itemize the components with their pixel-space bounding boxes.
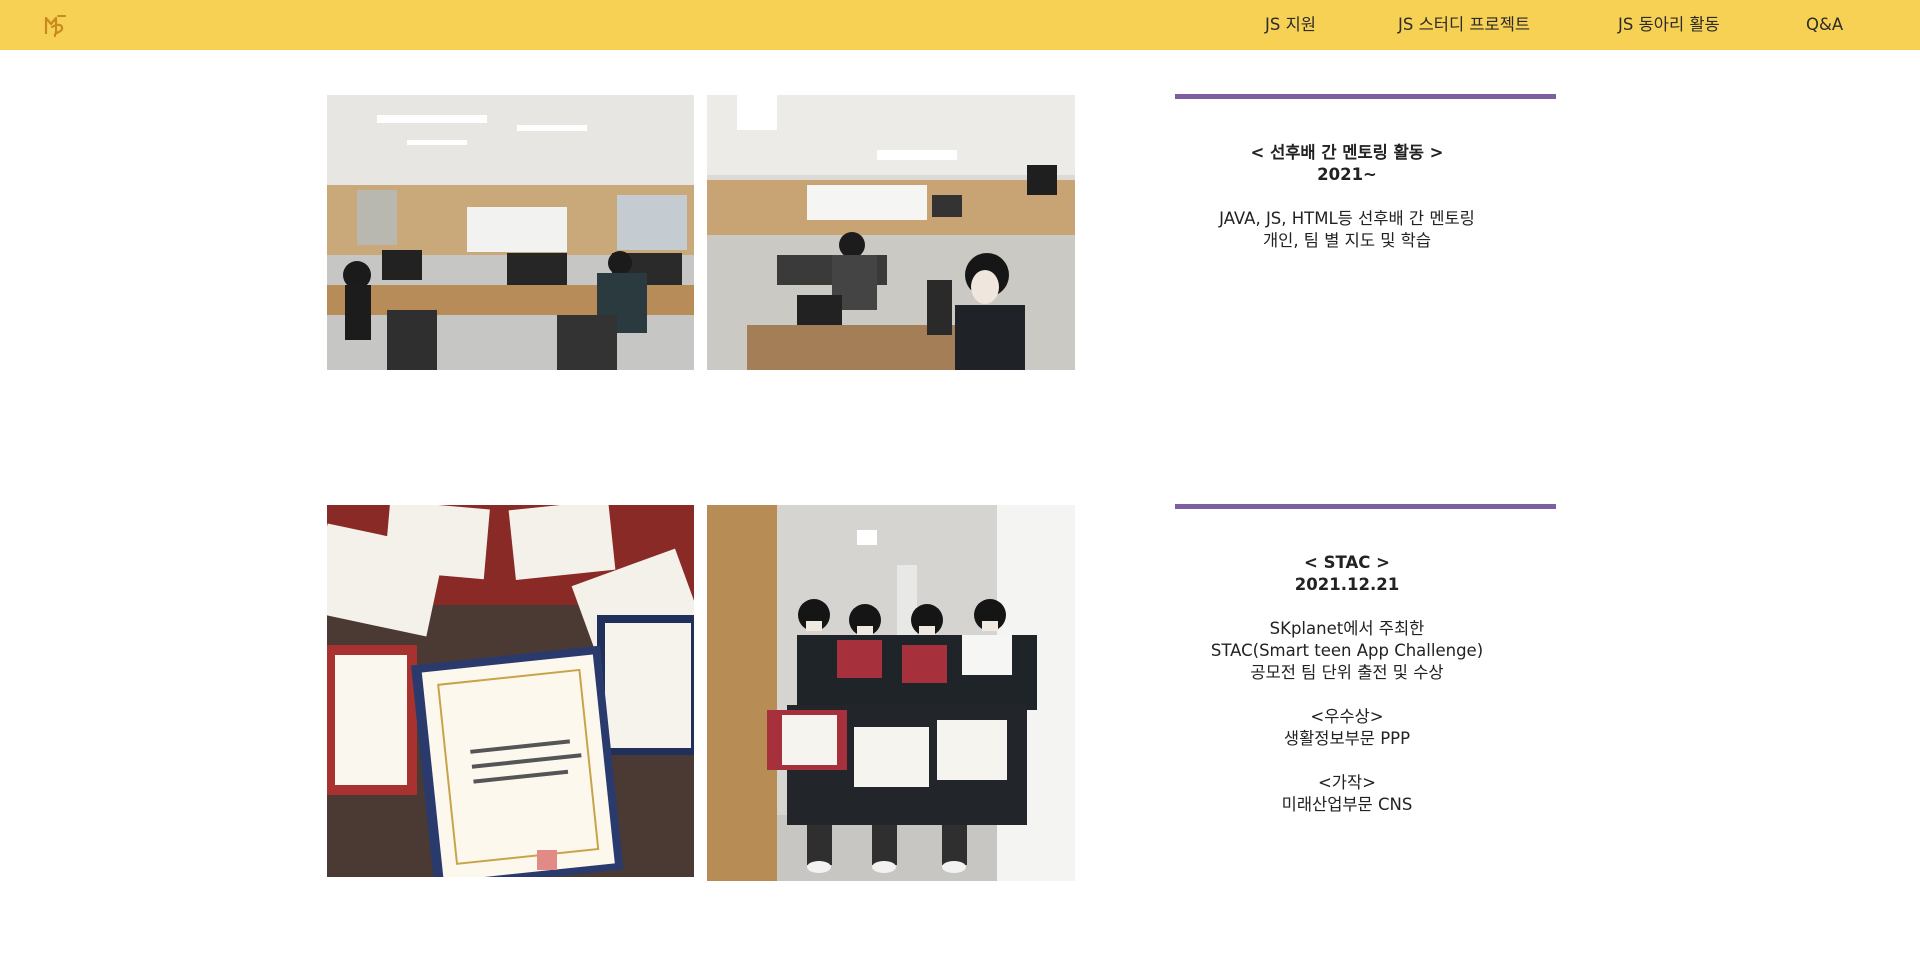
students-at-computers-photo [707,95,1075,370]
nav-js-club-activity[interactable]: JS 동아리 활동 [1618,0,1720,50]
award-heading: <우수상> [1310,707,1384,726]
top-navigation-bar: JS 지원 JS 스터디 프로젝트 JS 동아리 활동 Q&A [0,0,1920,50]
logo-icon[interactable] [40,10,70,40]
section-description: SKplanet에서 주최한 [1269,619,1425,638]
nav-js-study-project[interactable]: JS 스터디 프로젝트 [1398,0,1530,50]
nav-js-support[interactable]: JS 지원 [1265,0,1316,50]
award-heading: <가작> [1317,773,1376,792]
section-description: JAVA, JS, HTML등 선후배 간 멘토링 [1219,209,1475,228]
nav-qna[interactable]: Q&A [1806,0,1843,50]
mentoring-info: < 선후배 간 멘토링 활동 > 2021~ JAVA, JS, HTML등 선… [1175,142,1519,252]
section-title: < 선후배 간 멘토링 활동 > [1250,143,1444,162]
section-date: 2021.12.21 [1294,575,1400,594]
stac-info: < STAC > 2021.12.21 SKplanet에서 주최한 STAC(… [1175,552,1519,816]
award-text: 미래산업부문 CNS [1281,795,1413,814]
computer-lab-photo [327,95,694,370]
section-divider-line [1175,504,1556,509]
award-text: 생활정보부문 PPP [1283,729,1411,748]
section-date: 2021~ [1317,165,1377,184]
section-divider-line [1175,94,1556,99]
section-description: 공모전 팀 단위 출전 및 수상 [1250,663,1444,682]
section-description: 개인, 팀 별 지도 및 학습 [1262,231,1432,250]
award-winners-group-photo [707,505,1075,881]
section-title: < STAC > [1304,553,1390,572]
award-certificates-photo [327,505,694,877]
section-description: STAC(Smart teen App Challenge) [1210,641,1484,660]
